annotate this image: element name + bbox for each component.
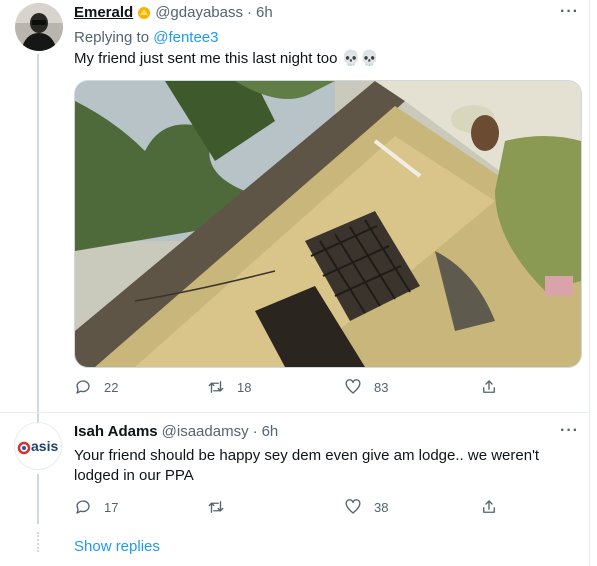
timestamp[interactable]: 6h <box>256 4 273 21</box>
heart-icon <box>345 379 361 394</box>
like-count: 83 <box>374 379 389 395</box>
replying-handle-link[interactable]: @fentee3 <box>153 29 218 46</box>
retweet-icon <box>208 501 224 513</box>
show-replies-link[interactable]: Show replies <box>74 538 160 555</box>
separator-dot: · <box>246 4 252 21</box>
like-action[interactable]: 38 <box>344 498 388 516</box>
thread-connector <box>37 54 39 424</box>
reply-count: 17 <box>104 499 119 515</box>
share-action[interactable] <box>480 498 498 516</box>
timestamp[interactable]: 6h <box>262 423 279 440</box>
retweet-count: 18 <box>237 379 252 395</box>
tweet1-text: My friend just sent me this last night t… <box>74 49 379 69</box>
separator-dot: · <box>252 423 258 440</box>
collapsed-thread-dots <box>37 532 41 552</box>
skull-emoji: 💀💀 <box>341 50 379 67</box>
retweet-action[interactable]: 18 <box>207 378 251 396</box>
tweet1-header: Emerald @gdayabass · 6h <box>74 4 273 21</box>
more-options-icon[interactable]: ··· <box>560 3 579 21</box>
reply-action[interactable]: 17 <box>74 498 118 516</box>
reply-count: 22 <box>104 379 119 395</box>
share-icon <box>483 380 495 393</box>
retweet-icon <box>208 381 224 393</box>
share-icon <box>483 500 495 513</box>
tweet2-text: Your friend should be happy sey dem even… <box>74 447 540 484</box>
tweet-body: My friend just sent me this last night t… <box>74 50 338 67</box>
tweet-divider <box>0 412 589 413</box>
share-action[interactable] <box>480 378 498 396</box>
like-count: 38 <box>374 499 389 515</box>
user-handle[interactable]: @gdayabass <box>155 4 243 21</box>
reply-icon <box>76 380 90 394</box>
display-name[interactable]: Emerald <box>74 4 133 21</box>
avatar-emerald[interactable] <box>15 3 63 51</box>
like-action[interactable]: 83 <box>344 378 388 396</box>
avatar-logo-text: asis <box>31 438 59 454</box>
emoji-badge-icon <box>137 6 151 20</box>
heart-icon <box>345 499 361 514</box>
reply-icon <box>76 500 90 514</box>
tweet2-header: Isah Adams @isaadamsy · 6h <box>74 423 278 440</box>
reply-thread: Emerald @gdayabass · 6h ··· Replying to … <box>0 0 590 566</box>
display-name[interactable]: Isah Adams <box>74 423 158 440</box>
replying-label: Replying to <box>74 29 150 46</box>
more-options-icon[interactable]: ··· <box>560 422 579 440</box>
reply-action[interactable]: 22 <box>74 378 118 396</box>
retweet-action[interactable] <box>207 498 237 516</box>
thread-connector <box>37 474 39 524</box>
avatar-isah-adams[interactable]: asis <box>14 422 62 470</box>
replying-to: Replying to @fentee3 <box>74 28 219 48</box>
user-handle[interactable]: @isaadamsy <box>162 423 249 440</box>
tweet-photo[interactable] <box>74 80 582 368</box>
